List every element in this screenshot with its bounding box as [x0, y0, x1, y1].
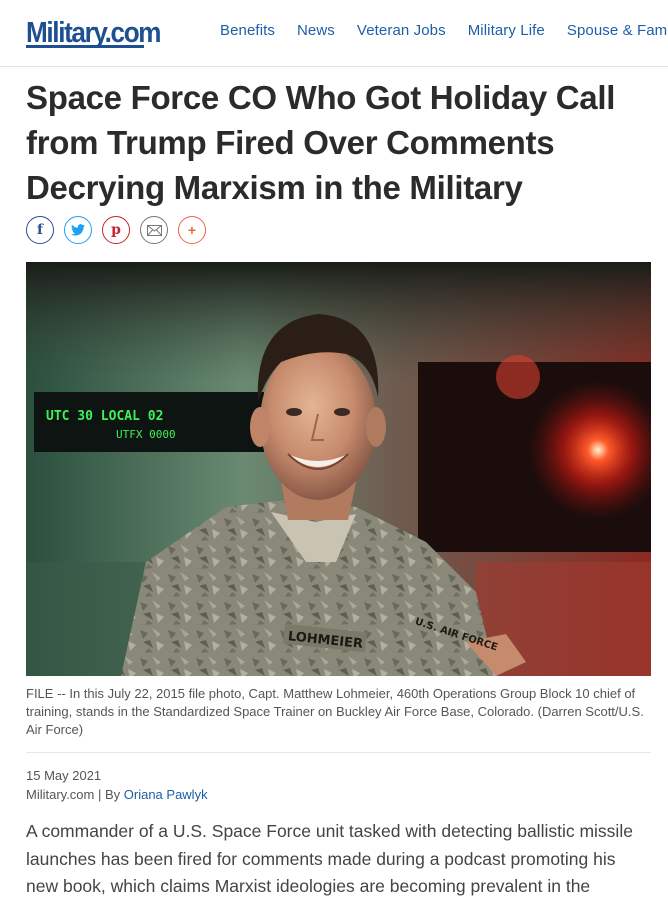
logo-text: Military.com: [26, 17, 162, 49]
share-bar: f p +: [26, 216, 206, 244]
article-headline: Space Force CO Who Got Holiday Call from…: [26, 79, 616, 206]
article-byline: Military.com | By Oriana Pawlyk: [26, 787, 208, 802]
svg-text:UTFX 0000: UTFX 0000: [116, 428, 176, 441]
facebook-icon[interactable]: f: [26, 216, 54, 244]
svg-text:UTC 30 LOCAL 02: UTC 30 LOCAL 02: [46, 409, 163, 424]
nav-news[interactable]: News: [297, 22, 335, 39]
nav-benefits[interactable]: Benefits: [220, 22, 275, 39]
nav-veteran-jobs[interactable]: Veteran Jobs: [357, 22, 446, 39]
nav-military-life[interactable]: Military Life: [468, 22, 545, 39]
pinterest-icon[interactable]: p: [102, 216, 130, 244]
photo-caption: FILE -- In this July 22, 2015 file photo…: [26, 686, 644, 737]
twitter-icon[interactable]: [64, 216, 92, 244]
email-icon[interactable]: [140, 216, 168, 244]
more-icon[interactable]: +: [178, 216, 206, 244]
author-link[interactable]: Oriana Pawlyk: [124, 787, 208, 802]
site-header: Military.com Benefits News Veteran Jobs …: [0, 0, 668, 67]
article-date: 15 May 2021: [26, 768, 102, 783]
main-nav: Benefits News Veteran Jobs Military Life…: [220, 22, 668, 39]
article-body: A commander of a U.S. Space Force unit t…: [26, 821, 633, 896]
nav-spouse-family[interactable]: Spouse & Fam: [567, 22, 667, 39]
byline-source: Military.com | By: [26, 787, 124, 802]
photo-illustration: UTC 30 LOCAL 02 UTFX 0000 LOHMEIER U.S. …: [26, 262, 651, 676]
site-logo[interactable]: Military.com: [26, 13, 175, 48]
logo-underline: [26, 45, 144, 48]
divider: [26, 752, 651, 753]
article-photo: UTC 30 LOCAL 02 UTFX 0000 LOHMEIER U.S. …: [26, 262, 651, 676]
